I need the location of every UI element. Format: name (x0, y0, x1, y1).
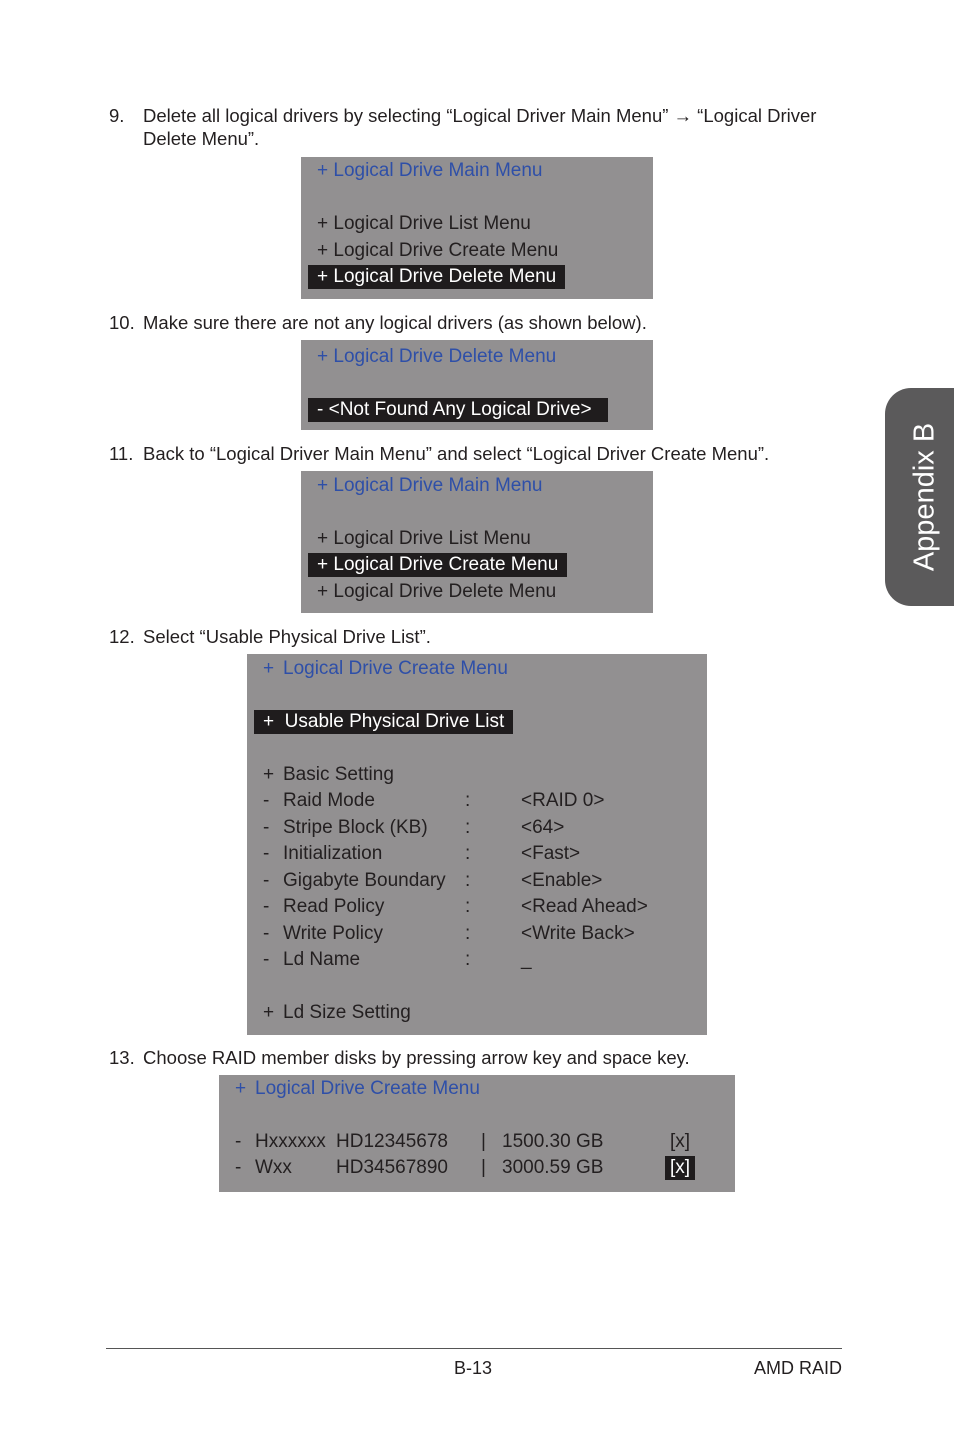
basic-setting[interactable]: Basic Setting (283, 763, 394, 787)
setting-mark: - (263, 843, 270, 864)
setting-mark: - (263, 949, 270, 970)
disk-sep: | (481, 1157, 486, 1178)
setting-label: Write Policy (283, 922, 383, 944)
menu-item-delete-selected[interactable]: + Logical Drive Delete Menu (308, 265, 566, 289)
bios-screen-main-menu: + Logical Drive Main Menu + Logical Driv… (301, 157, 653, 299)
setting-label: Gigabyte Boundary (283, 869, 446, 891)
disk-checkbox[interactable]: [x] (665, 1156, 696, 1180)
setting-mark: - (263, 790, 270, 811)
disk-capacity: 1500.30 GB (502, 1131, 604, 1152)
page-number: B-13 (454, 1358, 493, 1378)
bios-screen-main-menu-create: + Logical Drive Main Menu + Logical Driv… (301, 471, 653, 613)
menu-item-delete[interactable]: + Logical Drive Delete Menu (317, 580, 556, 604)
setting-sep: : (465, 869, 471, 891)
menu-item-list[interactable]: + Logical Drive List Menu (317, 527, 531, 551)
ld-size-setting[interactable]: Ld Size Setting (283, 1001, 411, 1025)
setting-label: Raid Mode (283, 790, 375, 811)
disk-checkbox[interactable]: [x] (670, 1130, 690, 1154)
setting-mark: - (263, 816, 270, 838)
menu-item-create[interactable]: + Logical Drive Create Menu (317, 239, 558, 263)
setting-sep: : (465, 843, 471, 864)
menu-item-list[interactable]: + Logical Drive List Menu (317, 212, 531, 236)
section-name: AMD RAID (753, 1358, 842, 1378)
setting-mark: - (263, 922, 270, 944)
disk-model: HD34567890 (336, 1157, 448, 1178)
bios-screen-delete-menu: + Logical Drive Delete Menu - <Not Found… (301, 340, 653, 430)
setting-value[interactable]: <Enable> (521, 869, 602, 893)
disk-capacity: 3000.59 GB (502, 1157, 604, 1178)
setting-value[interactable]: <RAID 0> (521, 789, 604, 813)
disk-mark: - (235, 1131, 242, 1152)
manual-page: 9. Delete all logical drivers by selecti… (0, 0, 954, 1432)
disk-sep: | (481, 1131, 486, 1152)
disk-vendor: Hxxxxxx (255, 1131, 326, 1152)
setting-label: Stripe Block (KB) (283, 816, 428, 838)
setting-sep: : (465, 896, 471, 917)
setting-value[interactable]: <64> (521, 816, 564, 840)
setting-sep: : (465, 922, 471, 944)
setting-sep: : (465, 816, 471, 838)
setting-sep: : (465, 790, 471, 811)
not-found-item[interactable]: - <Not Found Any Logical Drive> (308, 398, 608, 422)
setting-value[interactable]: _ (521, 948, 532, 972)
setting-label: Ld Name (283, 949, 361, 970)
appendix-tab: Appendix B (885, 388, 954, 606)
setting-value[interactable]: <Fast> (521, 842, 580, 866)
disk-mark: - (235, 1157, 242, 1178)
disk-model: HD12345678 (336, 1131, 448, 1152)
menu-item-create-selected[interactable]: + Logical Drive Create Menu (308, 553, 568, 577)
setting-label: Read Policy (283, 896, 385, 917)
bios-screen-create-menu: + Logical Drive Create Menu + Usable Phy… (247, 654, 707, 1035)
setting-mark: - (263, 896, 270, 917)
setting-value[interactable]: <Read Ahead> (521, 895, 648, 919)
bios-screen-disk-select: + Logical Drive Create Menu - Hxxxxxx HD12… (219, 1075, 735, 1192)
usable-drive-list-selected[interactable]: + Usable Physical Drive List (254, 710, 514, 734)
setting-label: Initialization (283, 843, 383, 864)
footer-divider (106, 1348, 842, 1349)
setting-sep: : (465, 949, 471, 970)
disk-vendor: Wxx (255, 1157, 292, 1178)
setting-value[interactable]: <Write Back> (521, 922, 635, 946)
setting-mark: - (263, 869, 270, 891)
